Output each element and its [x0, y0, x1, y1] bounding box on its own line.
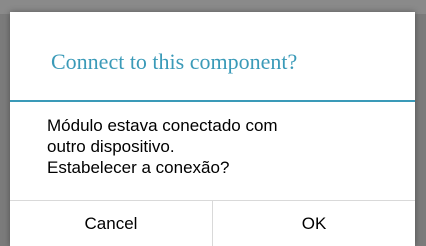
- dialog-message-line: Estabelecer a conexão?: [47, 158, 230, 177]
- dialog-button-bar: Cancel OK: [10, 200, 415, 246]
- dialog-message-line: outro dispositivo.: [47, 137, 175, 156]
- dialog-message-line: Módulo estava conectado com: [47, 116, 278, 135]
- connect-dialog: Connect to this component? Módulo estava…: [10, 12, 415, 246]
- dialog-message: Módulo estava conectado com outro dispos…: [47, 115, 387, 178]
- title-divider: [10, 100, 415, 102]
- dialog-title: Connect to this component?: [51, 49, 298, 74]
- ok-button[interactable]: OK: [213, 201, 415, 246]
- cancel-button[interactable]: Cancel: [10, 201, 212, 246]
